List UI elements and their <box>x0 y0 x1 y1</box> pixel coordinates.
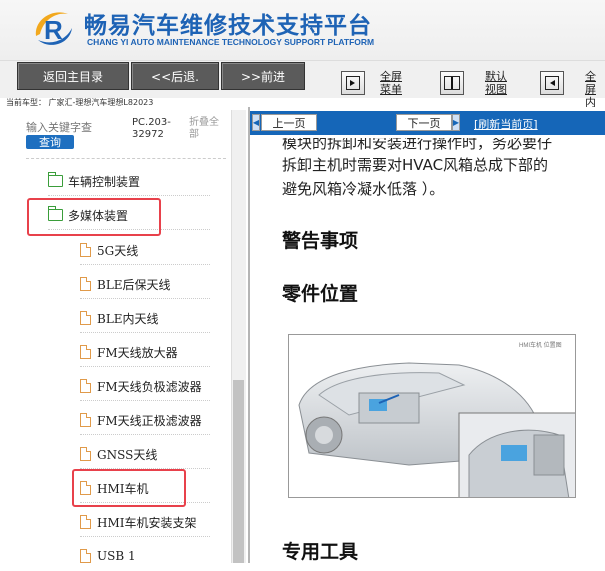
tree-item-label: 车辆控制装置 <box>68 174 141 189</box>
tree-doc-item[interactable]: FM天线正极滤波器 <box>80 405 210 435</box>
default-view-icon[interactable] <box>440 71 464 95</box>
tree-doc-item[interactable]: HMI车机安装支架 <box>80 507 210 537</box>
document-icon <box>80 345 91 359</box>
tree-item-label: BLE后保天线 <box>97 277 171 292</box>
document-icon <box>80 379 91 393</box>
collapse-all-button[interactable]: 折叠全 部 <box>189 117 219 141</box>
logo-letter: R <box>44 15 63 45</box>
document-icon <box>80 243 91 257</box>
back-button[interactable]: <<后退. <box>131 62 219 90</box>
tree-doc-item[interactable]: 5G天线 <box>80 235 210 265</box>
folder-icon <box>47 172 63 187</box>
document-icon <box>80 549 91 563</box>
next-page-button[interactable]: 下一页 <box>396 114 452 131</box>
parts-location-figure[interactable] <box>288 334 576 498</box>
tree-folder-vehicle-control[interactable]: 车辆控制装置 <box>47 166 210 196</box>
logo-icon: R <box>35 12 72 45</box>
default-view-link[interactable]: 默认 视图 <box>485 70 507 96</box>
tree-doc-item[interactable]: GNSS天线 <box>80 439 210 469</box>
tree-item-label: FM天线正极滤波器 <box>97 413 202 428</box>
tree-item-label: HMI车机安装支架 <box>97 515 197 530</box>
search-button[interactable]: 查询 <box>26 135 74 149</box>
heading-special-tools: 专用工具 <box>282 541 359 563</box>
pc-code: PC.203- 32972 <box>132 117 171 140</box>
highlight-box <box>72 469 186 507</box>
tree-item-label: GNSS天线 <box>97 447 158 462</box>
tree-item-label: FM天线放大器 <box>97 345 178 360</box>
car-illustration <box>298 362 575 497</box>
fullscreen-content-icon[interactable] <box>540 71 564 95</box>
tree-doc-item[interactable]: USB 1 <box>80 541 210 571</box>
content-text: 拆卸主机时需要对HVAC风箱总成下部的 <box>282 156 549 174</box>
fullscreen-menu-icon[interactable] <box>341 71 365 95</box>
tree-doc-item[interactable]: FM天线放大器 <box>80 337 210 367</box>
tree-item-label: USB 1 <box>97 549 136 563</box>
document-icon <box>80 277 91 291</box>
prev-arrow-icon[interactable]: ◀ <box>252 114 260 131</box>
home-button[interactable]: 返回主目录 <box>17 62 129 90</box>
tree-item-label: BLE内天线 <box>97 311 159 326</box>
tree-doc-item[interactable]: BLE后保天线 <box>80 269 210 299</box>
figure-caption: HMI车机 位置图 <box>519 343 562 349</box>
tree-item-label: 5G天线 <box>97 243 139 258</box>
prev-page-button[interactable]: 上一页 <box>261 114 317 131</box>
document-icon <box>80 515 91 529</box>
document-icon <box>80 447 91 461</box>
tree-doc-item[interactable]: FM天线负极滤波器 <box>80 371 210 401</box>
next-arrow-icon[interactable]: ▶ <box>452 114 460 131</box>
app-subtitle: CHANG YI AUTO MAINTENANCE TECHNOLOGY SUP… <box>87 37 375 47</box>
app-title: 畅易汽车维修技术支持平台 <box>84 13 372 39</box>
highlight-box <box>27 198 161 236</box>
heading-warning: 警告事项 <box>282 230 359 252</box>
forward-button[interactable]: >>前进 <box>221 62 305 90</box>
refresh-link[interactable]: [刷新当前页] <box>474 116 538 132</box>
heading-parts-location: 零件位置 <box>282 283 359 305</box>
tree-item-label: FM天线负极滤波器 <box>97 379 202 394</box>
fullscreen-menu-link[interactable]: 全屏 菜单 <box>380 70 402 96</box>
sidebar-scrollbar-thumb[interactable] <box>233 380 244 563</box>
tree-doc-item[interactable]: BLE内天线 <box>80 303 210 333</box>
content-text: 避免风箱冷凝水低落 ）。 <box>282 180 445 198</box>
document-icon <box>80 413 91 427</box>
document-icon <box>80 311 91 325</box>
divider <box>26 158 226 159</box>
